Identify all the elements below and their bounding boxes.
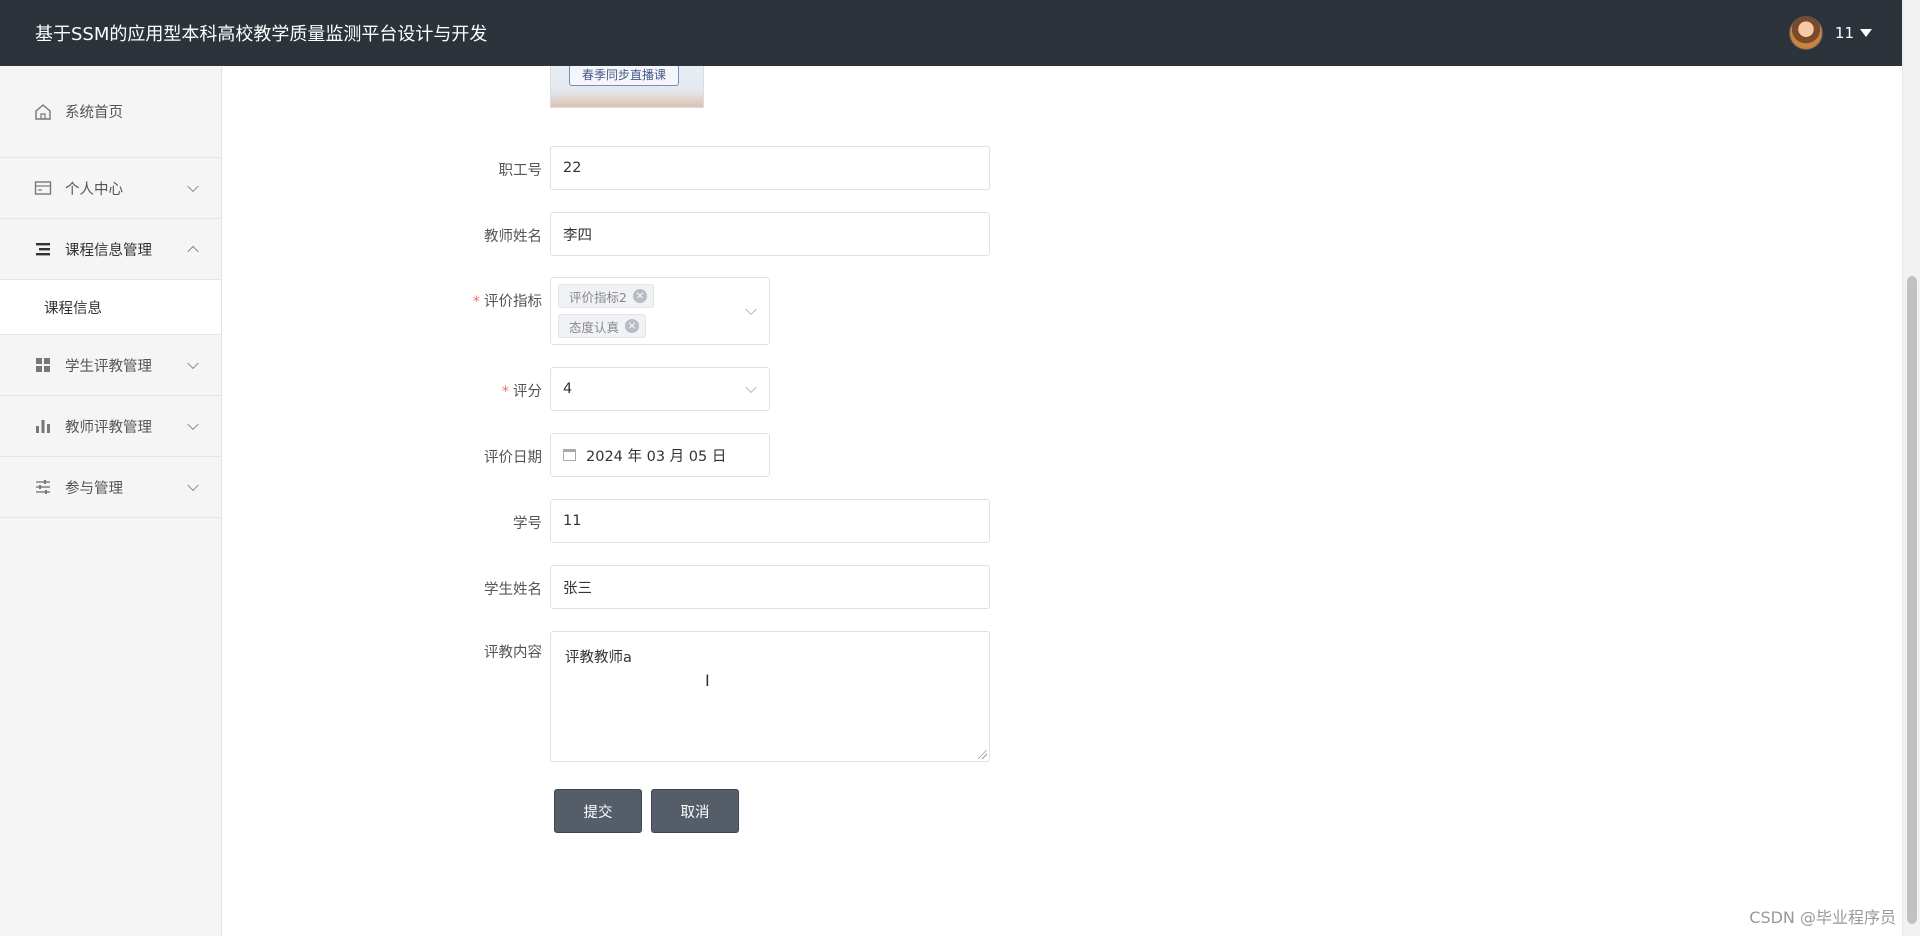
- chevron-down-icon: [187, 357, 199, 370]
- required-mark: *: [501, 384, 509, 400]
- teacher-name-label: 教师姓名: [484, 229, 542, 245]
- course-thumbnail[interactable]: 春季同步直播课: [550, 66, 704, 108]
- tag-label: 态度认真: [569, 319, 620, 335]
- user-name[interactable]: 11: [1835, 24, 1854, 42]
- score-label-text: 评分: [513, 384, 542, 400]
- indicators-label: * 评价指标: [222, 290, 542, 311]
- chevron-up-icon: [187, 245, 199, 258]
- tag-label: 评价指标2: [569, 289, 627, 305]
- content-value: 评教教师a: [565, 650, 632, 666]
- user-menu[interactable]: 11: [1788, 0, 1872, 66]
- page-scrollbar[interactable]: [1902, 0, 1920, 936]
- app-title: 基于SSM的应用型本科高校教学质量监测平台设计与开发: [35, 24, 488, 45]
- staff-no-label: 职工号: [498, 163, 543, 179]
- avatar[interactable]: [1788, 16, 1823, 50]
- student-name-input[interactable]: 张三: [550, 565, 990, 609]
- score-value: 4: [563, 381, 573, 397]
- sidebar-item-student-evaluation[interactable]: 学生评教管理: [0, 335, 221, 396]
- chevron-down-icon[interactable]: [745, 381, 757, 394]
- indicators-label-text: 评价指标: [484, 294, 542, 310]
- calendar-icon: [563, 449, 576, 461]
- chevron-down-icon: [187, 180, 199, 193]
- list-icon: [34, 240, 52, 258]
- sidebar-item-label: 系统首页: [65, 105, 123, 121]
- sliders-icon: [34, 478, 52, 496]
- sidebar-item-participation[interactable]: 参与管理: [0, 457, 221, 518]
- indicator-tag: 评价指标2 ×: [558, 284, 654, 308]
- content-textarea[interactable]: 评教教师a: [550, 631, 990, 762]
- scrollbar-thumb[interactable]: [1907, 276, 1917, 924]
- chevron-down-icon: [187, 479, 199, 492]
- required-mark: *: [472, 294, 480, 310]
- bar-chart-icon: [34, 417, 52, 435]
- score-label: * 评分: [222, 380, 542, 401]
- teacher-name-input[interactable]: 李四: [550, 212, 990, 256]
- chevron-down-icon: [187, 418, 199, 431]
- sidebar-item-label: 参与管理: [65, 480, 123, 497]
- submit-button[interactable]: 提交: [554, 789, 642, 833]
- eval-date-value: 2024 年 03 月 05 日: [586, 448, 727, 465]
- sidebar: 系统首页 个人中心 课程信息管理 课程信息 学生评教管理 教师评教管理 参与管理: [0, 66, 222, 936]
- staff-no-input[interactable]: 22: [550, 146, 990, 190]
- indicator-tag: 态度认真 ×: [558, 314, 647, 338]
- resize-handle-icon[interactable]: [978, 750, 987, 759]
- sidebar-item-label: 教师评教管理: [65, 419, 152, 436]
- sidebar-item-label: 个人中心: [65, 181, 123, 198]
- watermark: CSDN @毕业程序员: [1749, 908, 1896, 927]
- thumbnail-caption: 春季同步直播课: [569, 66, 679, 86]
- cancel-button[interactable]: 取消: [651, 789, 739, 833]
- eval-date-picker[interactable]: 2024 年 03 月 05 日: [550, 433, 770, 477]
- indicators-multiselect[interactable]: 评价指标2 × 态度认真 ×: [550, 277, 770, 345]
- top-header: 基于SSM的应用型本科高校教学质量监测平台设计与开发 11: [0, 0, 1902, 66]
- sidebar-item-label: 学生评教管理: [65, 358, 152, 375]
- sidebar-item-label: 课程信息管理: [65, 242, 152, 259]
- sidebar-item-home[interactable]: 系统首页: [0, 66, 221, 158]
- student-no-input[interactable]: 11: [550, 499, 990, 543]
- caret-down-icon[interactable]: [1860, 29, 1872, 37]
- card-icon: [34, 179, 52, 197]
- grid-icon: [34, 356, 52, 374]
- close-icon[interactable]: ×: [632, 289, 647, 303]
- close-icon[interactable]: ×: [625, 319, 640, 333]
- sidebar-item-teacher-evaluation[interactable]: 教师评教管理: [0, 396, 221, 457]
- score-select[interactable]: 4: [550, 367, 770, 411]
- eval-date-label: 评价日期: [484, 450, 542, 466]
- home-icon: [34, 103, 52, 121]
- student-no-label: 学号: [513, 516, 542, 532]
- sidebar-item-profile[interactable]: 个人中心: [0, 158, 221, 219]
- text-cursor-icon: I: [705, 671, 710, 690]
- sidebar-subitem-course-info[interactable]: 课程信息: [0, 280, 221, 335]
- sidebar-item-course-management[interactable]: 课程信息管理: [0, 219, 221, 280]
- student-name-label: 学生姓名: [484, 582, 542, 598]
- evaluation-form: 春季同步直播课 职工号 22 教师姓名 李四 * 评价指标 评价指标2 × 态度认真…: [222, 66, 1902, 936]
- content-label: 评教内容: [484, 645, 542, 661]
